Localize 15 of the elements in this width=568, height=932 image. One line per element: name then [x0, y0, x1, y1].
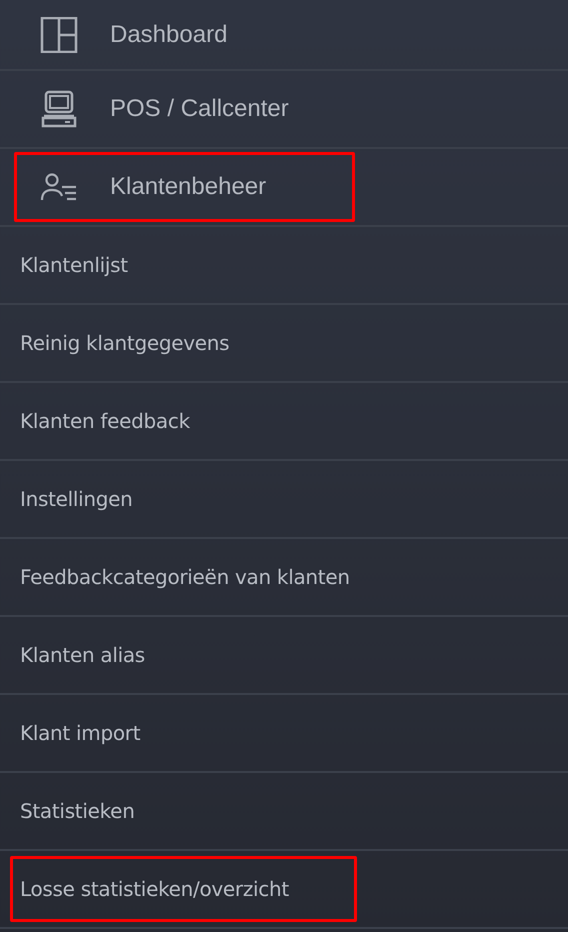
- user-list-icon: [40, 172, 78, 202]
- submenu-item[interactable]: Statistieken: [20, 799, 135, 823]
- submenu-item[interactable]: Klantenlijst: [20, 253, 128, 277]
- layout-icon: [40, 16, 78, 52]
- submenu-item[interactable]: Reinig klantgegevens: [20, 331, 230, 355]
- submenu-item[interactable]: Klant import: [20, 721, 140, 745]
- submenu-item[interactable]: Losse statistieken/overzicht: [20, 877, 289, 901]
- menu-item[interactable]: Dashboard: [110, 20, 228, 48]
- submenu-item[interactable]: Klanten alias: [20, 643, 145, 667]
- submenu-item[interactable]: Feedbackcategorieën van klanten: [20, 565, 350, 589]
- submenu-item[interactable]: Instellingen: [20, 487, 133, 511]
- computer-icon: [40, 90, 78, 128]
- menu-item[interactable]: POS / Callcenter: [110, 95, 289, 123]
- menu-item[interactable]: Klantenbeheer: [110, 173, 266, 201]
- submenu-item[interactable]: Klanten feedback: [20, 409, 190, 433]
